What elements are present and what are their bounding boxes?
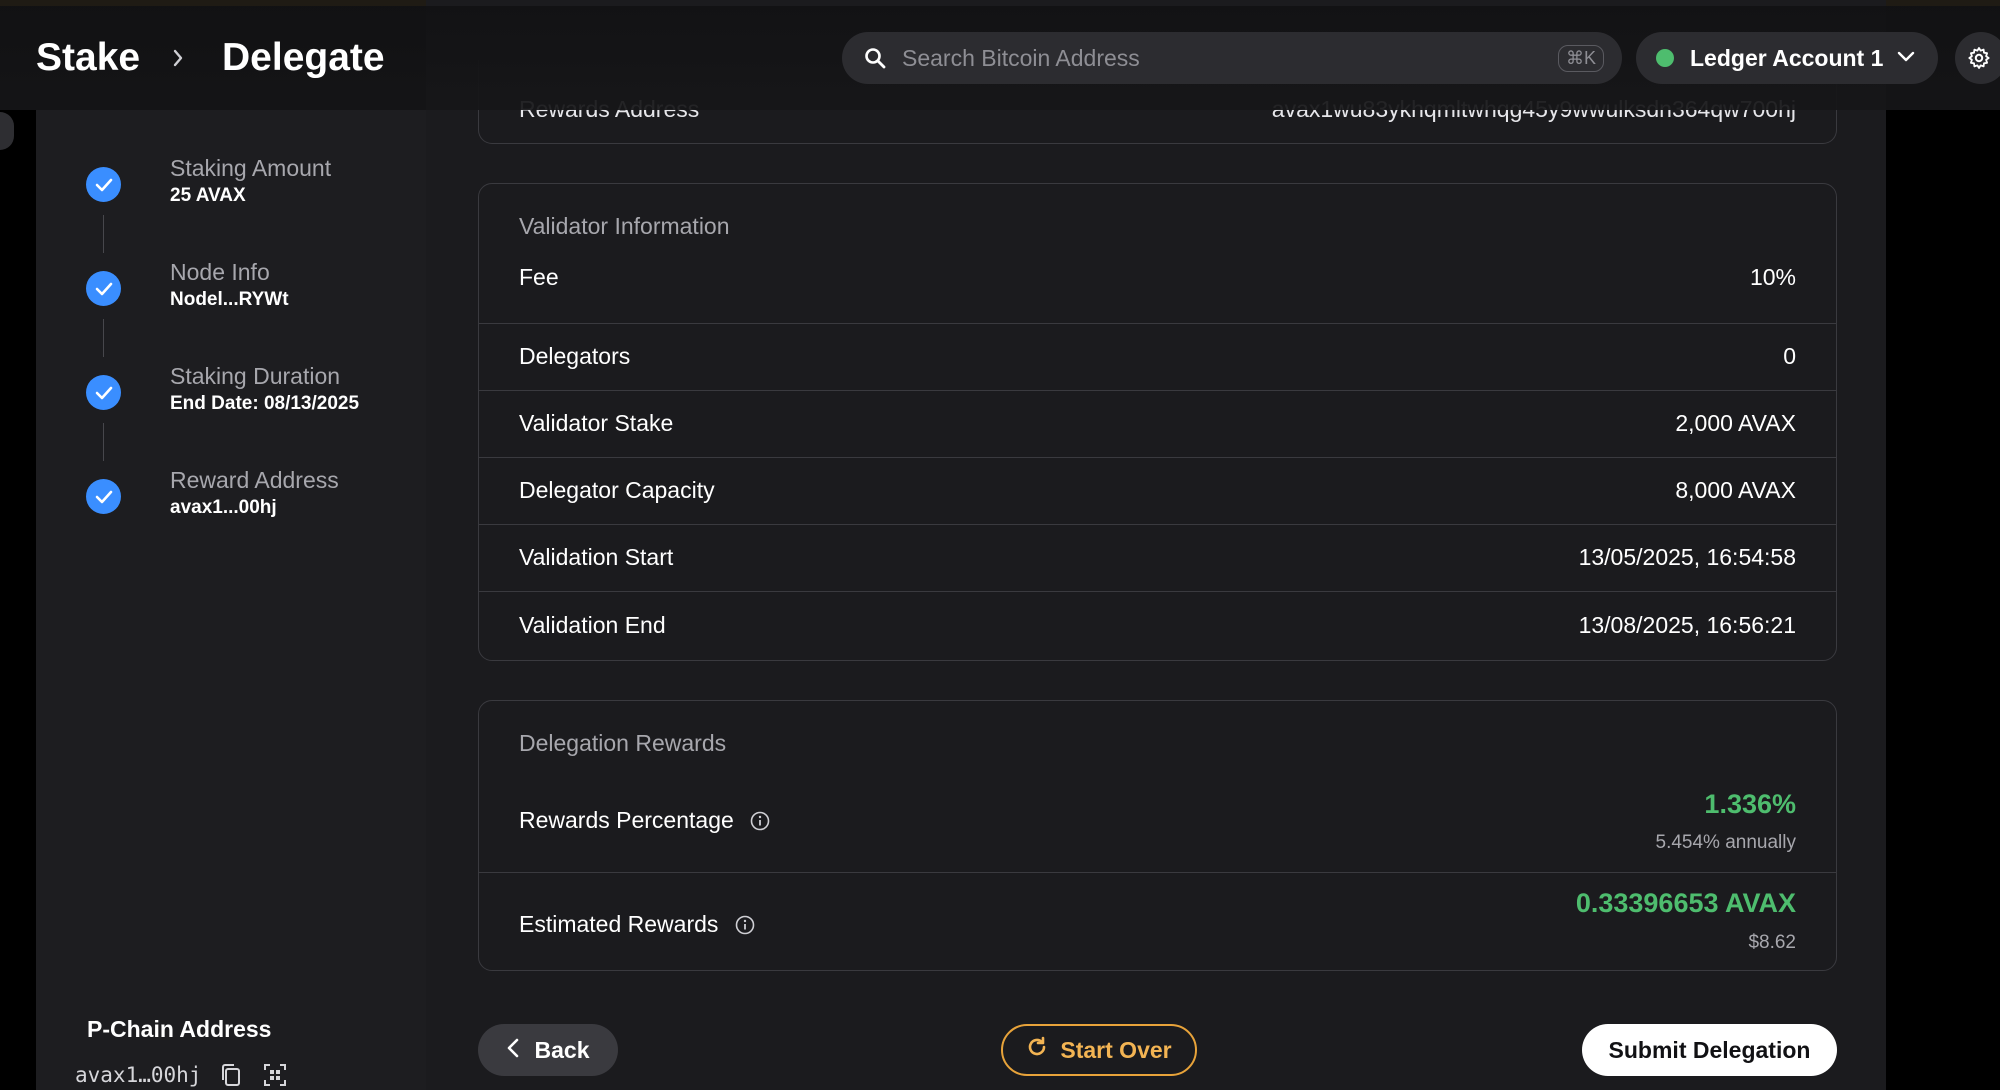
chevron-down-icon <box>1897 49 1915 67</box>
top-header: Stake Delegate ⌘K Ledger Account 1 <box>0 6 2000 110</box>
step-value: End Date: 08/13/2025 <box>170 393 360 414</box>
info-icon[interactable] <box>750 810 770 837</box>
check-circle-icon <box>86 271 121 306</box>
estimated-rewards-row: Estimated Rewards 0.33396653 AVAX $8.62 <box>479 872 1836 970</box>
validator-information-card: Validator Information Fee 10% Delegators… <box>478 183 1837 661</box>
step-title: Staking Duration <box>170 363 341 389</box>
check-circle-icon <box>86 375 121 410</box>
rewards-percentage-label: Rewards Percentage <box>519 807 770 837</box>
step-value: Nodel...RYWt <box>170 289 289 310</box>
pchain-address-label: P-Chain Address <box>87 1016 272 1042</box>
main-content: Rewards Address avax1wu83ykhqmltwhqg45y9… <box>426 0 1886 1090</box>
card-title: Delegation Rewards <box>519 730 727 756</box>
check-circle-icon <box>86 479 121 514</box>
search-icon <box>864 46 888 70</box>
row-label: Fee <box>519 264 559 290</box>
row-value: 13/08/2025, 16:56:21 <box>1578 612 1796 638</box>
step-title: Reward Address <box>170 467 339 493</box>
step-connector <box>103 215 104 253</box>
estimated-rewards-usd: $8.62 <box>1748 932 1796 953</box>
sidebar-collapse-handle[interactable] <box>0 112 14 150</box>
validator-row-fee: Fee 10% <box>479 248 1836 307</box>
row-label: Validator Stake <box>519 410 674 436</box>
validator-row-stake: Validator Stake 2,000 AVAX <box>479 390 1836 457</box>
row-value: 0 <box>1783 343 1796 369</box>
row-value: 13/05/2025, 16:54:58 <box>1578 544 1796 570</box>
step-staking-duration[interactable]: Staking Duration End Date: 08/13/2025 <box>86 363 416 423</box>
pchain-address-row: avax1…00hj <box>75 1061 289 1089</box>
breadcrumb-delegate: Delegate <box>222 36 385 79</box>
account-status-dot <box>1656 49 1674 67</box>
breadcrumb-stake[interactable]: Stake <box>36 36 140 80</box>
account-name: Ledger Account 1 <box>1690 44 1884 71</box>
rewards-annual-value: 5.454% annually <box>1655 832 1797 853</box>
step-value: avax1...00hj <box>170 497 277 518</box>
submit-delegation-label: Submit Delegation <box>1608 1036 1811 1063</box>
step-connector <box>103 423 104 461</box>
row-value: 2,000 AVAX <box>1675 410 1796 436</box>
settings-button[interactable] <box>1955 32 2000 84</box>
step-connector <box>103 319 104 357</box>
start-over-button-label: Start Over <box>1060 1036 1172 1063</box>
check-circle-icon <box>86 167 121 202</box>
chevron-left-icon <box>507 1037 519 1064</box>
validator-row-end: Validation End 13/08/2025, 16:56:21 <box>479 591 1836 660</box>
row-label: Validation End <box>519 612 666 638</box>
rewards-percentage-value: 1.336% <box>1704 789 1796 819</box>
search-input[interactable] <box>902 44 1558 72</box>
step-title: Staking Amount <box>170 155 332 181</box>
refresh-icon <box>1026 1036 1048 1064</box>
submit-delegation-button[interactable]: Submit Delegation <box>1582 1024 1837 1076</box>
estimated-rewards-value: 0.33396653 AVAX <box>1575 888 1796 918</box>
step-reward-address[interactable]: Reward Address avax1...00hj <box>86 467 416 527</box>
chevron-right-icon <box>172 48 184 73</box>
back-button-label: Back <box>534 1036 590 1063</box>
row-label-text: Estimated Rewards <box>519 911 719 937</box>
step-node-info[interactable]: Node Info Nodel...RYWt <box>86 259 416 319</box>
row-value: 10% <box>1749 264 1796 290</box>
qr-code-icon[interactable] <box>261 1061 289 1089</box>
steps-sidebar: Staking Amount 25 AVAX Node Info Nodel..… <box>36 110 426 1090</box>
validator-row-start: Validation Start 13/05/2025, 16:54:58 <box>479 524 1836 591</box>
validator-row-delegators: Delegators 0 <box>479 323 1836 390</box>
row-label: Validation Start <box>519 544 674 570</box>
card-title: Validator Information <box>519 213 730 239</box>
row-label-text: Rewards Percentage <box>519 807 734 833</box>
copy-icon[interactable] <box>217 1061 245 1089</box>
account-selector[interactable]: Ledger Account 1 <box>1636 32 1938 84</box>
step-title: Node Info <box>170 259 270 285</box>
search-bar[interactable]: ⌘K <box>842 32 1622 84</box>
search-shortcut-badge: ⌘K <box>1557 44 1604 72</box>
step-staking-amount[interactable]: Staking Amount 25 AVAX <box>86 155 416 215</box>
rewards-percentage-row: Rewards Percentage 1.336% 5.454% annuall… <box>479 765 1836 872</box>
pchain-address-value: avax1…00hj <box>75 1063 202 1087</box>
validator-row-capacity: Delegator Capacity 8,000 AVAX <box>479 457 1836 524</box>
back-button[interactable]: Back <box>478 1024 618 1076</box>
row-label: Delegators <box>519 343 631 369</box>
step-value: 25 AVAX <box>170 185 246 206</box>
estimated-rewards-label: Estimated Rewards <box>519 911 755 941</box>
row-value: 8,000 AVAX <box>1675 477 1796 503</box>
info-icon[interactable] <box>735 914 755 941</box>
row-label: Delegator Capacity <box>519 477 715 503</box>
delegation-rewards-card: Delegation Rewards Rewards Percentage 1.… <box>478 700 1837 971</box>
start-over-button[interactable]: Start Over <box>1001 1024 1197 1076</box>
gear-icon <box>1967 46 1991 75</box>
